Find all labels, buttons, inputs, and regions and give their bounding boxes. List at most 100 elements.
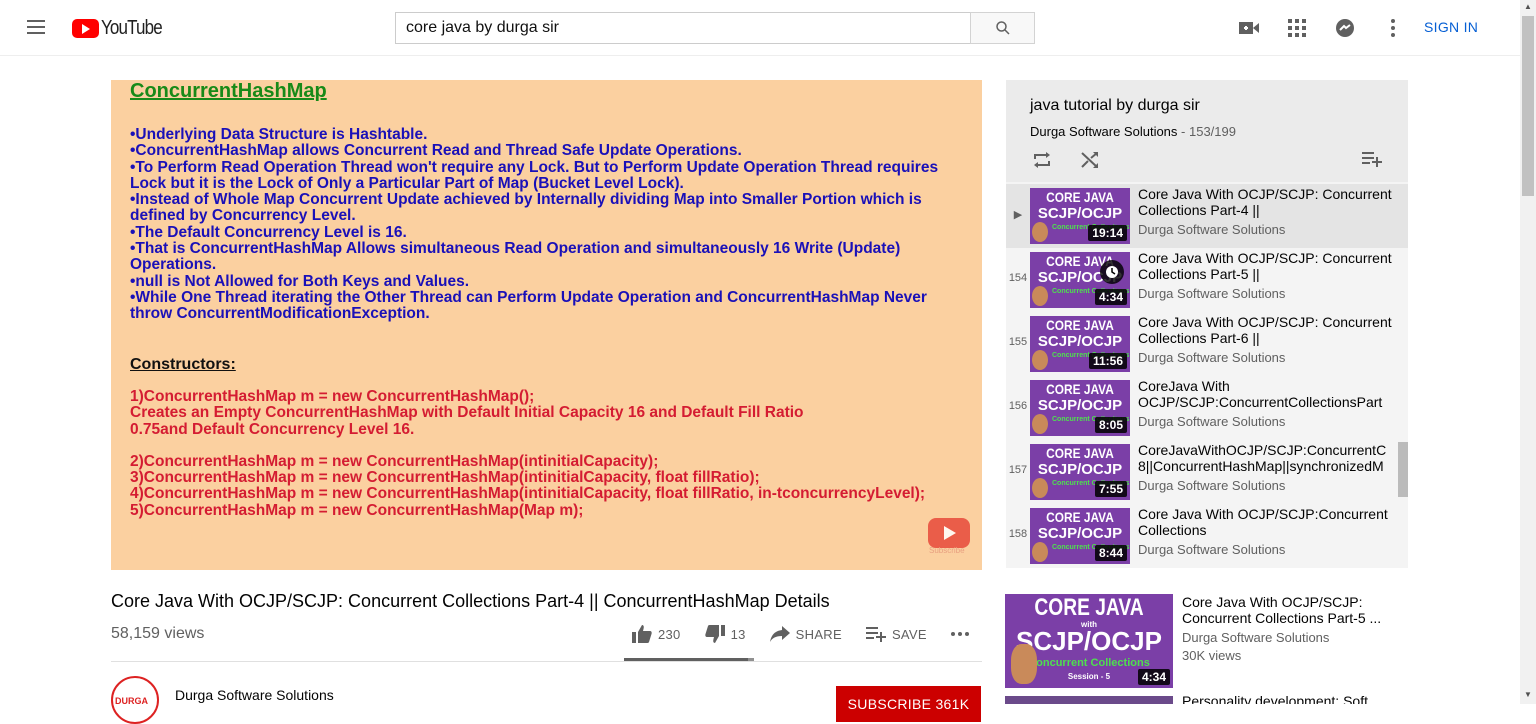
- playlist-item-title[interactable]: CoreJavaWithOCJP/SCJP:ConcurrentC 8||Con…: [1138, 442, 1398, 474]
- now-playing-icon: ▶: [1013, 209, 1023, 221]
- playlist-item[interactable]: 157 CORE JAVA SCJP/OCJP Concurrent Collecti…: [1006, 440, 1408, 504]
- playlist-header: java tutorial by durga sir Durga Softwar…: [1006, 80, 1408, 182]
- duration-badge: 8:05: [1094, 417, 1127, 433]
- thumb-title: CORE JAVA: [1046, 509, 1114, 525]
- playlist-index: 157: [1008, 464, 1028, 476]
- playlist-item-title[interactable]: Core Java With OCJP/SCJP: Concurrent Col…: [1138, 314, 1398, 346]
- slide-bullet: •null is Not Allowed for Both Keys and V…: [130, 272, 470, 290]
- video-player[interactable]: ConcurrentHashMap •Underlying Data Struc…: [111, 80, 982, 570]
- search-input[interactable]: core java by durga sir: [395, 12, 971, 44]
- avatar[interactable]: DURGA: [111, 676, 159, 724]
- playlist-item[interactable]: 155CORE JAVASCJP/OCJPConcurrent Collecti…: [1006, 312, 1408, 376]
- video-title: Core Java With OCJP/SCJP: Concurrent Col…: [111, 591, 830, 611]
- divider: [111, 661, 982, 662]
- playlist-position: 153/199: [1188, 124, 1236, 139]
- thumb-subtitle: SCJP/OCJP: [1037, 461, 1123, 478]
- video-thumbnail[interactable]: CORE JAVASCJP/OCJPConcurrent Collections…: [1030, 380, 1130, 436]
- slide-bullet: •Instead of Whole Map Concurrent Update …: [130, 191, 922, 225]
- page-scrollbar[interactable]: ▲ ▼: [1520, 0, 1536, 704]
- sign-in-button[interactable]: SIGN IN: [1424, 19, 1478, 35]
- constructor-line: 5)ConcurrentHashMap m = new ConcurrentHa…: [130, 501, 584, 519]
- slide-bullet: •That is ConcurrentHashMap Allows simult…: [130, 240, 901, 274]
- playlist-item-title[interactable]: Core Java With OCJP/SCJP:Concurrent Coll…: [1138, 506, 1398, 538]
- constructor-line: 2)ConcurrentHashMap m = new ConcurrentHa…: [130, 452, 659, 470]
- subscribe-button[interactable]: SUBSCRIBE 361K: [836, 686, 981, 722]
- playlist-menu-icon[interactable]: [1362, 151, 1382, 172]
- playlist-index: 158: [1008, 528, 1028, 540]
- playlist-item-channel: Durga Software Solutions: [1138, 286, 1286, 301]
- channel-name[interactable]: Durga Software Solutions: [175, 687, 334, 703]
- recommendation-item[interactable]: Personality development: Soft: [1005, 696, 1408, 704]
- search-button[interactable]: [970, 12, 1035, 44]
- video-actions: 230 13 SHARE SAVE: [632, 625, 999, 643]
- duration-badge: 4:34: [1094, 289, 1127, 305]
- playlist-index: 154: [1008, 272, 1028, 284]
- subscribe-watermark-icon[interactable]: [928, 518, 970, 548]
- apps-grid-icon[interactable]: [1285, 16, 1309, 40]
- share-button[interactable]: SHARE: [769, 626, 842, 642]
- logo-text: YouTube: [101, 16, 163, 39]
- video-thumbnail[interactable]: CORE JAVASCJP/OCJPConcurrent Collections…: [1030, 252, 1130, 308]
- duration-badge: 4:34: [1137, 669, 1170, 685]
- avatar-text: DURGA: [115, 696, 148, 706]
- thumb-title: CORE JAVA: [1046, 317, 1114, 333]
- menu-icon[interactable]: [24, 16, 48, 40]
- slide-bullet: •The Default Concurrency Level is 16.: [130, 223, 407, 241]
- recommendation-channel[interactable]: Durga Software Solutions: [1182, 630, 1329, 645]
- video-thumbnail[interactable]: CORE JAVA with SCJP/OCJP Concurrent Coll…: [1005, 594, 1173, 688]
- recommendation-item[interactable]: CORE JAVA with SCJP/OCJP Concurrent Coll…: [1005, 594, 1408, 688]
- video-thumbnail[interactable]: CORE JAVASCJP/OCJPConcurrent Collections…: [1030, 188, 1130, 244]
- playlist-item-channel: Durga Software Solutions: [1138, 350, 1286, 365]
- scroll-up-arrow-icon[interactable]: ▲: [1524, 2, 1532, 11]
- messages-icon[interactable]: [1333, 16, 1357, 40]
- thumb-title: CORE JAVA: [1046, 445, 1114, 461]
- slide-bullet: •Underlying Data Structure is Hashtable.: [130, 126, 428, 143]
- recommendation-views: 30K views: [1182, 648, 1242, 663]
- youtube-logo[interactable]: YouTube: [72, 16, 173, 39]
- thumb-subtitle: SCJP/OCJP: [1037, 205, 1123, 222]
- thumb-subtitle: SCJP/OCJP: [1037, 525, 1123, 542]
- save-label: SAVE: [891, 626, 927, 642]
- constructors-heading: Constructors:: [130, 356, 236, 373]
- scroll-down-arrow-icon[interactable]: ▼: [1524, 690, 1532, 699]
- more-actions-icon[interactable]: [950, 632, 975, 636]
- recommendation-title[interactable]: Personality development: Soft: [1182, 696, 1382, 704]
- playlist-index: 155: [1008, 336, 1028, 348]
- duration-badge: 8:44: [1094, 545, 1127, 561]
- playlist-item[interactable]: 156 CORE JAVA SCJP/OCJP Concurrent Collecti…: [1006, 376, 1408, 440]
- create-video-icon[interactable]: [1237, 16, 1261, 40]
- youtube-play-icon: [72, 18, 99, 38]
- save-button[interactable]: SAVE: [865, 626, 927, 642]
- thumbs-up-icon: [632, 625, 652, 643]
- like-button[interactable]: 230: [632, 625, 681, 643]
- video-thumbnail[interactable]: [1005, 696, 1173, 704]
- video-thumbnail[interactable]: CORE JAVASCJP/OCJPConcurrent Collections…: [1030, 508, 1130, 564]
- recommendation-title[interactable]: Core Java With OCJP/SCJP: Concurrent Col…: [1182, 594, 1382, 626]
- playlist-owner[interactable]: Durga Software Solutions: [1030, 124, 1177, 139]
- playlist-add-icon: [865, 627, 886, 642]
- playlist-title[interactable]: java tutorial by durga sir: [1030, 97, 1200, 115]
- playlist-item-title[interactable]: Core Java With OCJP/SCJP: Concurrent Col…: [1138, 250, 1398, 282]
- watch-later-icon[interactable]: [1100, 260, 1124, 284]
- playlist-item[interactable]: 154 CORE JAVA SCJP/OCJP Concurrent Collecti…: [1006, 248, 1408, 312]
- search-icon: [995, 21, 1010, 35]
- video-thumbnail[interactable]: CORE JAVASCJP/OCJPConcurrent Collections…: [1030, 444, 1130, 500]
- playlist-item-title[interactable]: Core Java With OCJP/SCJP: Concurrent Col…: [1138, 186, 1398, 218]
- dislike-button[interactable]: 13: [704, 625, 746, 643]
- video-thumbnail[interactable]: CORE JAVASCJP/OCJPConcurrent Collections…: [1030, 316, 1130, 372]
- thumb-title: CORE JAVA: [1034, 594, 1144, 621]
- shuffle-icon[interactable]: [1080, 151, 1100, 174]
- slide-bullets: •Underlying Data Structure is Hashtable.…: [130, 126, 960, 323]
- watermark-label: Subscribe: [929, 546, 965, 555]
- duration-badge: 11:56: [1088, 353, 1127, 369]
- playlist-item[interactable]: ▶ CORE JAVASCJP/OCJPConcurrent Collection…: [1006, 184, 1408, 248]
- playlist-item[interactable]: 158 CORE JAVA SCJP/OCJP Concurrent Collecti…: [1006, 504, 1408, 568]
- scrollbar-thumb[interactable]: [1522, 16, 1534, 196]
- more-vert-icon[interactable]: [1381, 16, 1405, 40]
- playlist-scrollbar[interactable]: [1398, 442, 1408, 497]
- thumb-title: CORE JAVA: [1046, 189, 1114, 205]
- playlist-item-title[interactable]: CoreJava With OCJP/SCJP:ConcurrentCollec…: [1138, 378, 1398, 410]
- like-count: 230: [658, 626, 681, 642]
- loop-icon[interactable]: [1032, 151, 1052, 174]
- playlist-index: 156: [1008, 400, 1028, 412]
